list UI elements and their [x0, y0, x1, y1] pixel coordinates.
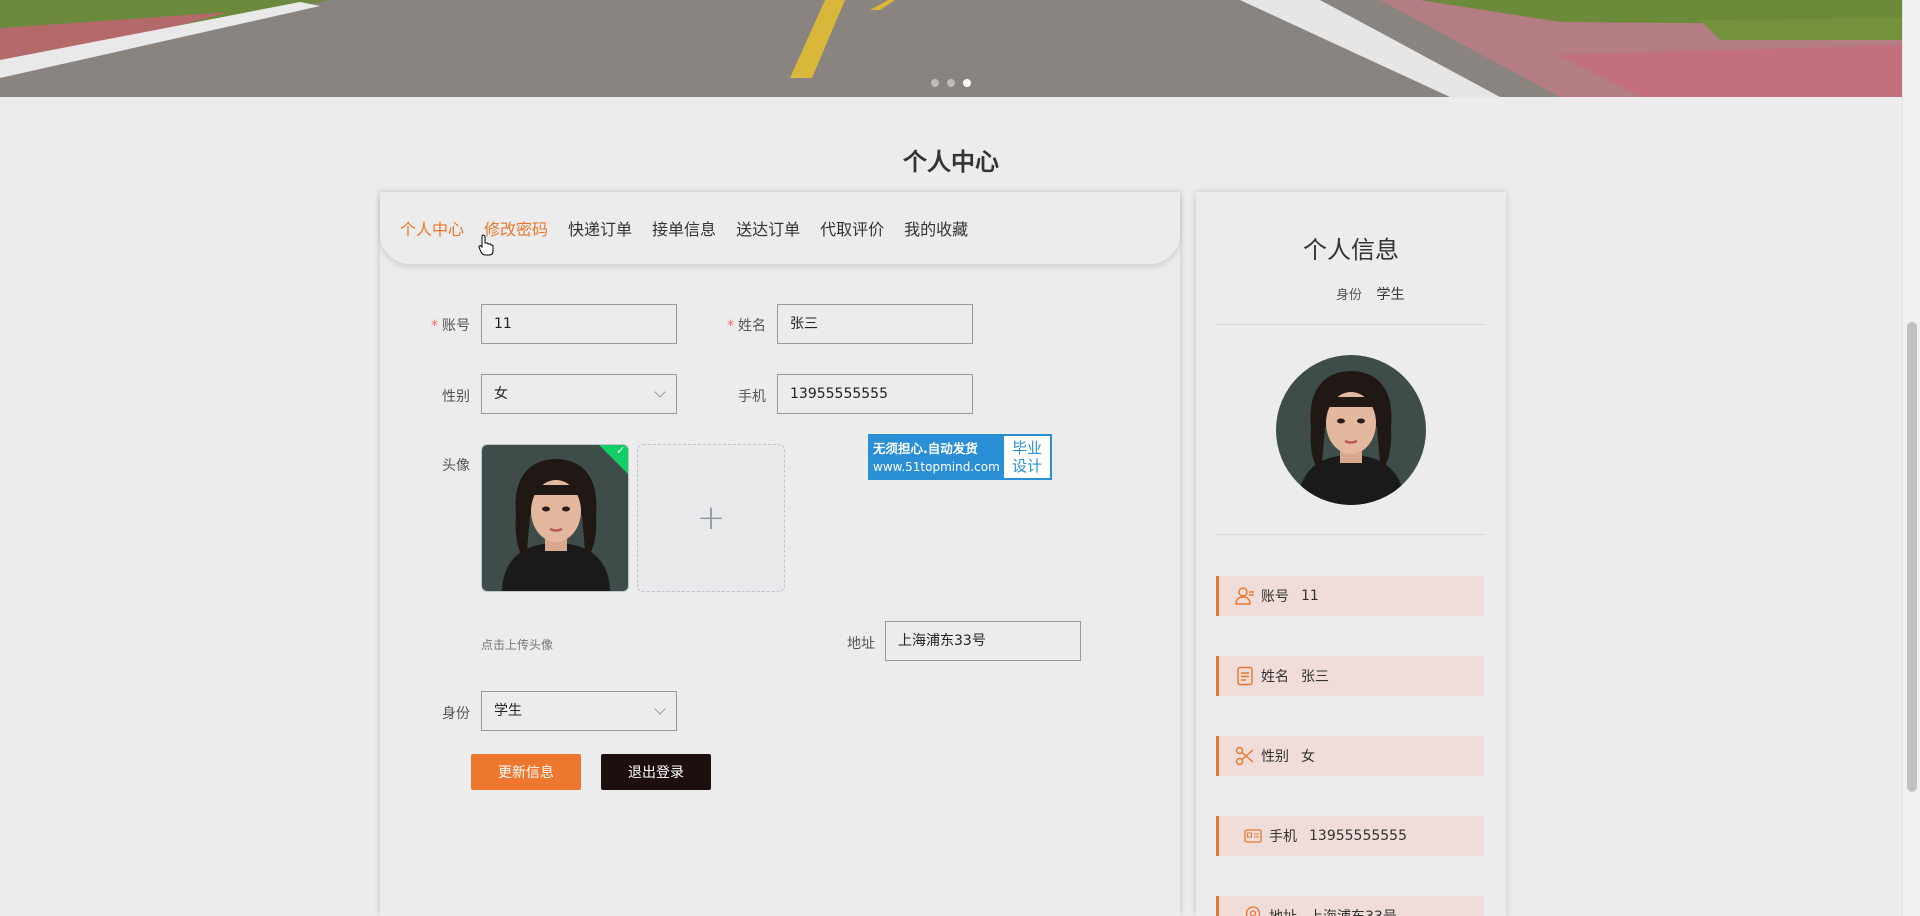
name-label: * 姓名 — [727, 318, 766, 334]
gender-label: 性别 — [442, 389, 470, 405]
tab-express-orders[interactable]: 快递订单 — [568, 216, 632, 240]
address-input[interactable]: 上海浦东33号 — [885, 621, 1081, 661]
logout-button[interactable]: 退出登录 — [601, 754, 711, 790]
tab-delivered-orders[interactable]: 送达订单 — [736, 216, 800, 240]
avatar-upload-button[interactable]: + — [637, 444, 785, 592]
profile-role: 身份 学生 — [1336, 284, 1404, 304]
watermark-right-line1: 毕业 — [1011, 439, 1042, 457]
scissors-icon — [1235, 746, 1255, 766]
profile-role-value: 学生 — [1376, 287, 1405, 303]
profile-avatar-photo — [1276, 355, 1426, 505]
profile-item-name: 姓名 张三 — [1216, 656, 1484, 696]
profile-info-title: 个人信息 — [1303, 236, 1399, 264]
profile-item-label: 账号 — [1261, 589, 1289, 605]
profile-item-value: 张三 — [1301, 669, 1329, 685]
role-select-value: 学生 — [494, 703, 522, 719]
profile-item-label: 性别 — [1261, 749, 1289, 765]
carousel-dot[interactable] — [947, 79, 955, 87]
watermark-right: 毕业 设计 — [1004, 436, 1050, 478]
plus-icon: + — [696, 498, 726, 538]
tab-accepted-orders[interactable]: 接单信息 — [652, 216, 716, 240]
watermark-url: www.51topmind.com — [873, 460, 1000, 474]
chevron-down-icon — [654, 386, 666, 398]
profile-role-label: 身份 — [1336, 288, 1363, 303]
tab-my-favorites[interactable]: 我的收藏 — [904, 216, 968, 240]
account-input[interactable]: 11 — [481, 304, 677, 344]
name-input[interactable]: 张三 — [777, 304, 973, 344]
divider — [1216, 324, 1486, 325]
carousel-dot-active[interactable] — [963, 79, 971, 87]
profile-info-panel: 个人信息 身份 学生 账号 11 姓名 张三 性别 女 手机 139555555… — [1196, 192, 1506, 916]
page-title: 个人中心 — [903, 148, 999, 176]
profile-item-label: 手机 — [1269, 829, 1297, 845]
phone-input[interactable]: 13955555555 — [777, 374, 973, 414]
tab-personal-center[interactable]: 个人中心 — [400, 216, 464, 240]
hand-cursor-icon — [478, 234, 494, 256]
profile-item-label: 姓名 — [1261, 669, 1289, 685]
user-icon — [1235, 586, 1255, 606]
id-card-icon — [1243, 826, 1263, 846]
chevron-down-icon — [654, 703, 666, 715]
watermark-right-line2: 设计 — [1011, 457, 1042, 475]
avatar-thumbnail[interactable]: ✓ — [481, 444, 629, 592]
address-label: 地址 — [847, 636, 875, 652]
avatar-label: 头像 — [442, 458, 470, 474]
carousel-dots — [931, 79, 971, 87]
tab-pickup-reviews[interactable]: 代取评价 — [820, 216, 884, 240]
gender-select-value: 女 — [494, 386, 508, 402]
profile-avatar — [1276, 355, 1426, 505]
phone-label: 手机 — [738, 389, 766, 405]
page-scrollbar[interactable] — [1902, 0, 1920, 916]
role-label: 身份 — [442, 706, 470, 722]
avatar-upload-hint: 点击上传头像 — [481, 638, 554, 652]
location-icon — [1243, 906, 1263, 916]
scrollbar-thumb[interactable] — [1907, 322, 1917, 792]
account-label: * 账号 — [431, 318, 470, 334]
profile-item-account: 账号 11 — [1216, 576, 1484, 616]
banner-carousel[interactable] — [0, 0, 1902, 97]
profile-item-address: 地址 上海浦东33号 — [1216, 896, 1484, 916]
divider — [1216, 534, 1486, 535]
profile-item-value: 女 — [1301, 749, 1315, 765]
profile-item-label: 地址 — [1269, 906, 1297, 916]
tab-bar: 个人中心 修改密码 快递订单 接单信息 送达订单 代取评价 我的收藏 — [380, 192, 1180, 264]
profile-item-gender: 性别 女 — [1216, 736, 1484, 776]
role-select[interactable]: 学生 — [481, 691, 677, 731]
profile-item-value: 11 — [1301, 588, 1319, 604]
profile-item-value: 13955555555 — [1309, 828, 1407, 844]
gender-select[interactable]: 女 — [481, 374, 677, 414]
avatar-photo — [482, 445, 628, 591]
document-icon — [1235, 666, 1255, 686]
watermark-badge: 无须担心.自动发货 www.51topmind.com 毕业 设计 — [868, 434, 1052, 480]
update-info-button[interactable]: 更新信息 — [471, 754, 581, 790]
check-icon: ✓ — [616, 444, 626, 457]
watermark-slogan: 无须担心.自动发货 — [873, 441, 978, 456]
profile-item-value: 上海浦东33号 — [1309, 906, 1397, 916]
watermark-left: 无须担心.自动发货 www.51topmind.com — [870, 436, 1004, 478]
profile-item-phone: 手机 13955555555 — [1216, 816, 1484, 856]
carousel-dot[interactable] — [931, 79, 939, 87]
